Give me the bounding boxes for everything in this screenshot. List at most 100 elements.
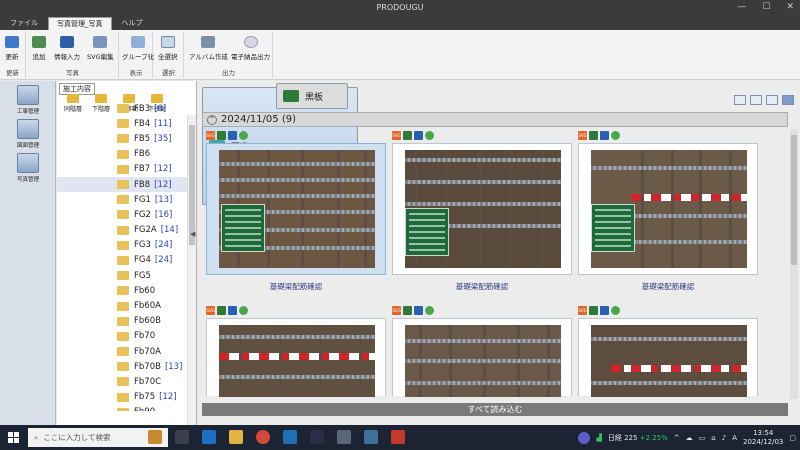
- view-mode-small-grid-icon[interactable]: [750, 95, 762, 105]
- tree-item[interactable]: FB6: [57, 147, 187, 162]
- file-explorer-icon[interactable]: [229, 430, 243, 444]
- tree-scroll-thumb[interactable]: [189, 125, 195, 245]
- minimize-button[interactable]: —: [737, 2, 746, 12]
- add-photo-icon: [32, 36, 46, 48]
- tree-item[interactable]: Fb90: [57, 405, 187, 411]
- ime-indicator[interactable]: A: [732, 434, 737, 442]
- photo-card[interactable]: SVG 基礎梁配筋確認: [206, 131, 386, 292]
- photo-card[interactable]: SVG 基礎梁配筋確認: [392, 131, 572, 292]
- site-blackboard: [405, 208, 449, 256]
- tree-item-label: FB5: [134, 133, 151, 144]
- tree-item[interactable]: FB5 [35]: [57, 131, 187, 146]
- tree-item-count: [6]: [154, 103, 167, 114]
- tree-item-label: FG2: [134, 209, 151, 220]
- chevron-up-icon[interactable]: ^: [674, 434, 680, 442]
- photo-card[interactable]: SVG: [578, 306, 758, 397]
- tree-item-label: Fb70B: [134, 361, 161, 372]
- deliverable-output-button[interactable]: 電子納品出力: [231, 36, 270, 61]
- update-button[interactable]: 更新: [5, 36, 19, 61]
- task-view-icon[interactable]: [175, 430, 189, 444]
- rebar-photo: [591, 325, 747, 397]
- tree-item[interactable]: FG4 [24]: [57, 253, 187, 268]
- collapse-icon[interactable]: ^: [207, 114, 217, 125]
- tree-item[interactable]: Fb60: [57, 283, 187, 298]
- tab-photo-management[interactable]: 写真管理_写真: [48, 17, 112, 30]
- svg-badge-icon: SVG: [392, 131, 401, 140]
- tab-file[interactable]: ファイル: [2, 17, 46, 30]
- main-scroll-thumb[interactable]: [791, 135, 797, 265]
- rail-item-construction[interactable]: 工事管理: [0, 85, 56, 115]
- tree-item[interactable]: FB4 [11]: [57, 116, 187, 131]
- stock-ticker[interactable]: 日経 225 +2.25%: [608, 433, 668, 443]
- search-icon: ⌕: [34, 432, 39, 442]
- tree-item[interactable]: Fb70B [13]: [57, 359, 187, 374]
- clock[interactable]: 13:54 2024/12/03: [743, 429, 783, 447]
- tree-item[interactable]: FB7 [12]: [57, 162, 187, 177]
- tree-item[interactable]: FB8 [12]: [57, 176, 187, 193]
- select-all-button[interactable]: 全選択: [158, 36, 178, 61]
- view-mode-list-icon[interactable]: [734, 95, 746, 105]
- tree-item[interactable]: FG2 [16]: [57, 207, 187, 222]
- volume-icon[interactable]: ♪: [722, 434, 726, 442]
- close-button[interactable]: ✕: [786, 2, 794, 12]
- windows-start-icon[interactable]: [8, 432, 19, 443]
- briefcase-icon[interactable]: [148, 430, 162, 444]
- rail-item-photos[interactable]: 写真管理: [0, 153, 56, 183]
- photo-card[interactable]: SVG 基礎梁配筋確認: [578, 131, 758, 292]
- tree-scrollbar[interactable]: [187, 115, 196, 425]
- date-group-header[interactable]: ^ 2024/11/05 (9): [202, 112, 788, 127]
- main-scrollbar[interactable]: [790, 129, 798, 399]
- svg-badge-icon: SVG: [206, 306, 215, 315]
- panel-splitter-arrow[interactable]: ◀: [190, 230, 195, 238]
- tree-item-label: FG4: [134, 255, 151, 266]
- tree-item-label: FG3: [134, 240, 151, 251]
- check-badge-icon: [611, 306, 620, 315]
- store-icon[interactable]: [283, 430, 297, 444]
- tree-item[interactable]: Fb75 [12]: [57, 390, 187, 405]
- taskbar-search[interactable]: ⌕ ここに入力して検索: [28, 428, 168, 447]
- blackboard-badge-icon: [217, 306, 226, 315]
- add-button[interactable]: 追加: [32, 36, 46, 61]
- tab-blackboard-view[interactable]: 黒板: [276, 83, 348, 109]
- outlook-icon[interactable]: [202, 430, 216, 444]
- photo-card[interactable]: SVG: [206, 306, 386, 397]
- tree-item[interactable]: Fb70: [57, 329, 187, 344]
- app-red-icon[interactable]: [391, 430, 405, 444]
- tree-item[interactable]: FG1 [13]: [57, 192, 187, 207]
- svg-badge-icon: SVG: [578, 131, 587, 140]
- photo-card[interactable]: SVG: [392, 306, 572, 397]
- tab-help[interactable]: ヘルプ: [114, 17, 151, 30]
- tree-item[interactable]: FG3 [24]: [57, 238, 187, 253]
- battery-icon[interactable]: ▭: [699, 434, 706, 442]
- folder-icon: [117, 210, 129, 220]
- svg-edit-button[interactable]: SVG編集: [87, 36, 114, 61]
- maximize-button[interactable]: ☐: [762, 2, 770, 12]
- tree-item[interactable]: Fb60B: [57, 314, 187, 329]
- teams-icon[interactable]: [578, 431, 591, 444]
- tree-item[interactable]: FG2A [14]: [57, 223, 187, 238]
- grouping-button[interactable]: グループ化: [122, 36, 154, 61]
- disc-icon: [243, 36, 258, 48]
- network-icon[interactable]: ⌂: [711, 434, 715, 442]
- chrome-icon[interactable]: [256, 430, 270, 444]
- tree-item[interactable]: Fb60A: [57, 298, 187, 313]
- load-all-button[interactable]: すべて読み込む: [202, 403, 788, 416]
- view-mode-medium-grid-icon[interactable]: [766, 95, 778, 105]
- folder-icon: [117, 119, 129, 129]
- folder-icon: [117, 347, 129, 357]
- tree-item[interactable]: FB3 [6]: [57, 101, 187, 116]
- info-input-button[interactable]: 情報入力: [54, 36, 80, 61]
- app-icon[interactable]: [364, 430, 378, 444]
- rail-item-drawings[interactable]: 図面管理: [0, 119, 56, 149]
- drawings-icon: [17, 119, 39, 139]
- tree-item[interactable]: Fb70C: [57, 374, 187, 389]
- tree-item[interactable]: FG5: [57, 268, 187, 283]
- album-create-button[interactable]: アルバム作成: [189, 36, 228, 61]
- ribbon: 更新 更新 追加 情報入力 SVG編集 写真 グループ化 表示 全選択 選択 ア…: [0, 30, 800, 80]
- notification-icon[interactable]: ▢: [789, 434, 796, 442]
- jw-cad-icon[interactable]: [310, 430, 324, 444]
- prodougu-icon[interactable]: [337, 430, 351, 444]
- view-mode-large-grid-icon[interactable]: [782, 95, 794, 105]
- tree-item[interactable]: Fb70A: [57, 344, 187, 359]
- cloud-icon[interactable]: ☁: [686, 434, 693, 442]
